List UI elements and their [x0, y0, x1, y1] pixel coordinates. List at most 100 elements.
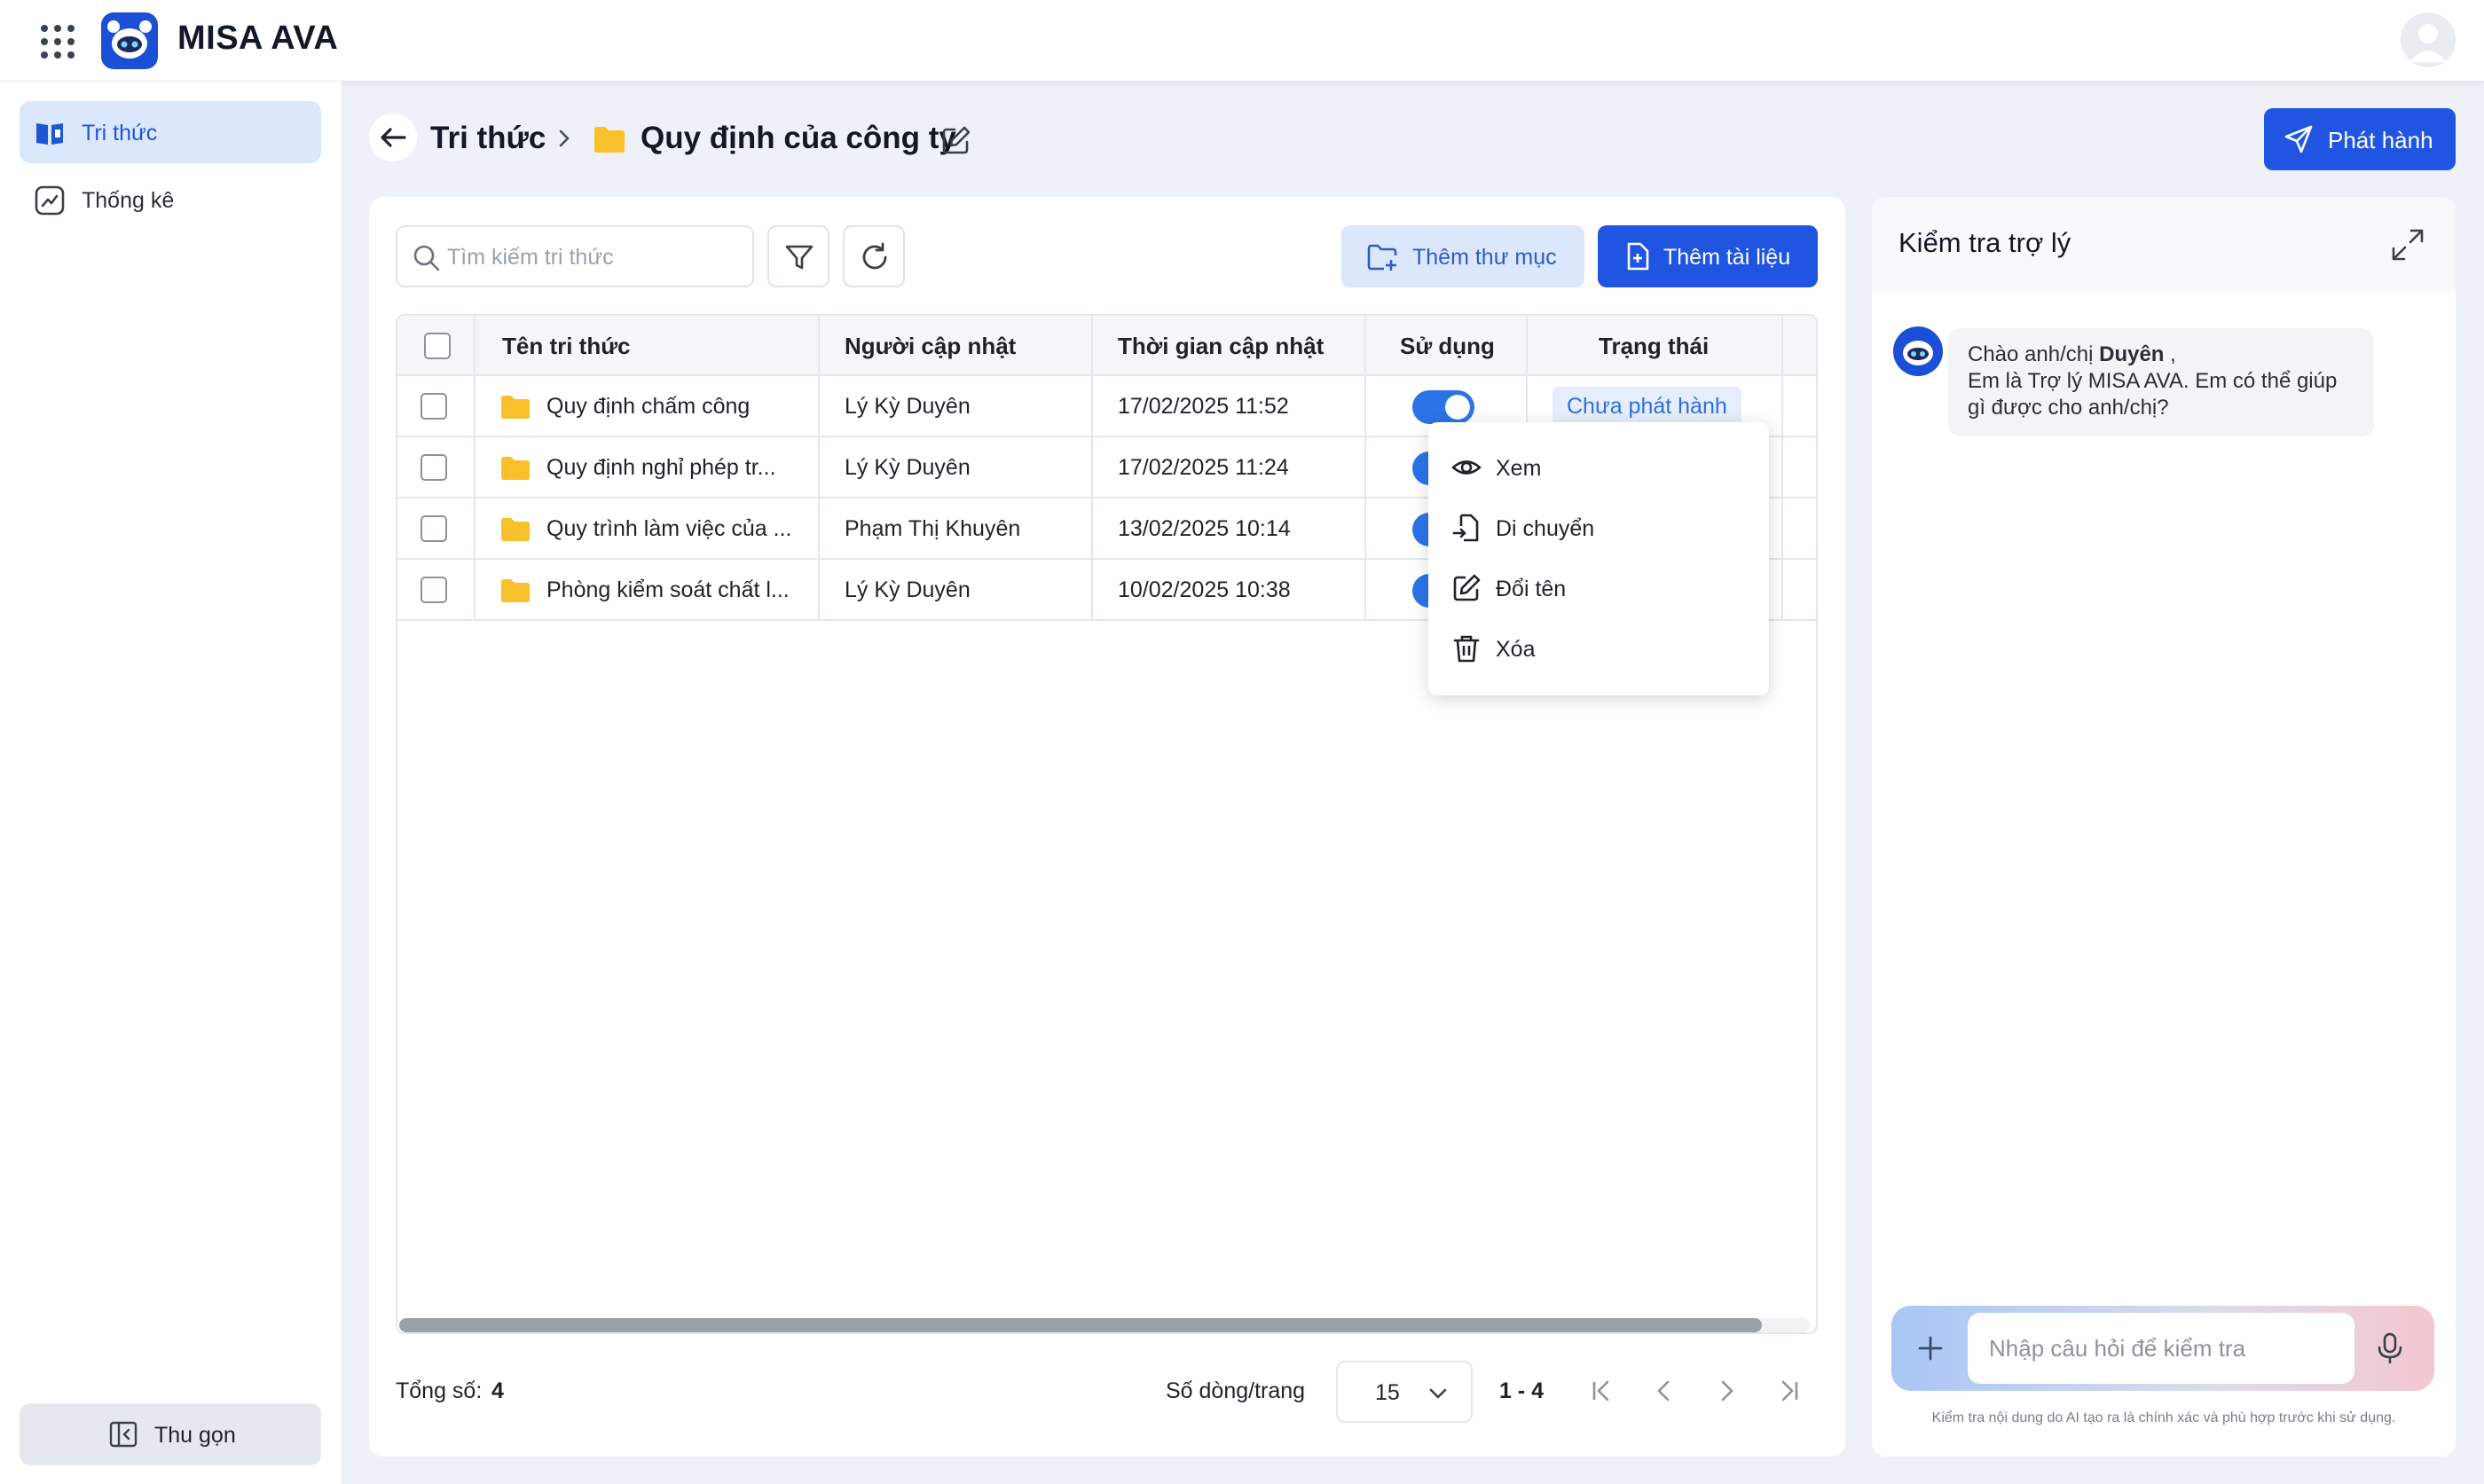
- sidebar-item-tri-thuc[interactable]: Tri thức: [20, 101, 321, 163]
- add-folder-label: Thêm thư mục: [1412, 245, 1557, 270]
- sidebar-item-thong-ke[interactable]: Thống kê: [20, 169, 321, 231]
- scrollbar-thumb[interactable]: [399, 1318, 1762, 1332]
- status-badge: Chưa phát hành: [1552, 387, 1741, 426]
- next-page-button[interactable]: [1702, 1366, 1751, 1416]
- greeting-line-3: gì được cho anh/chị?: [1968, 396, 2169, 420]
- menu-item-rename[interactable]: Đổi tên: [1428, 557, 1769, 617]
- select-all-checkbox[interactable]: [424, 333, 451, 359]
- row-updater: Phạm Thị Khuyên: [845, 516, 1021, 541]
- chat-input[interactable]: [1989, 1331, 2335, 1366]
- publish-label: Phát hành: [2328, 127, 2433, 153]
- horizontal-scrollbar[interactable]: [399, 1318, 1810, 1332]
- edit-name-icon[interactable]: [940, 124, 972, 156]
- row-updated-at: 17/02/2025 11:24: [1118, 455, 1289, 480]
- column-divider: [1091, 316, 1093, 621]
- row-updater: Lý Kỳ Duyên: [845, 394, 971, 419]
- expand-icon[interactable]: [2388, 225, 2427, 264]
- menu-item-label: Xem: [1496, 456, 1542, 481]
- sidebar-collapse-icon: [108, 1419, 138, 1449]
- menu-item-delete[interactable]: Xóa: [1428, 617, 1769, 678]
- last-page-button[interactable]: [1764, 1366, 1813, 1416]
- folder-icon: [593, 124, 626, 154]
- folder-icon: [500, 455, 531, 482]
- add-folder-button[interactable]: Thêm thư mục: [1341, 225, 1584, 287]
- first-page-button[interactable]: [1577, 1366, 1627, 1416]
- table-header: Tên tri thức Người cập nhật Thời gian cậ…: [397, 316, 1816, 376]
- row-checkbox[interactable]: [421, 515, 447, 542]
- row-name[interactable]: Phòng kiểm soát chất l...: [546, 560, 790, 621]
- column-header-name[interactable]: Tên tri thức: [502, 316, 631, 376]
- chevron-left-icon: [1657, 1380, 1670, 1402]
- column-header-enabled[interactable]: Sử dụng: [1400, 316, 1495, 376]
- greeting-suffix: ,: [2164, 342, 2176, 366]
- back-button[interactable]: [369, 114, 417, 161]
- add-document-label: Thêm tài liệu: [1663, 245, 1791, 270]
- menu-item-move[interactable]: Di chuyển: [1428, 497, 1769, 557]
- row-updated-at: 10/02/2025 10:38: [1118, 577, 1291, 602]
- column-divider: [474, 316, 476, 621]
- total-count: 4: [491, 1378, 504, 1403]
- apps-grid-icon[interactable]: [39, 23, 76, 60]
- sidebar-item-label: Thống kê: [82, 188, 175, 213]
- chevron-down-icon: [1425, 1380, 1451, 1407]
- assistant-title: Kiểm tra trợ lý: [1898, 227, 2071, 258]
- filter-button[interactable]: [767, 225, 829, 287]
- search-box[interactable]: [396, 225, 754, 287]
- add-document-button[interactable]: Thêm tài liệu: [1598, 225, 1818, 287]
- column-header-updated-at[interactable]: Thời gian cập nhật: [1118, 316, 1324, 376]
- plus-icon[interactable]: [1911, 1329, 1950, 1368]
- search-icon: [412, 243, 442, 273]
- page-range: 1 - 4: [1499, 1378, 1545, 1403]
- sidebar-item-label: Tri thức: [82, 121, 158, 145]
- menu-item-label: Đổi tên: [1496, 577, 1567, 601]
- chart-icon: [34, 185, 66, 216]
- arrow-left-icon: [381, 128, 406, 147]
- row-name[interactable]: Quy định chấm công: [546, 376, 750, 437]
- knowledge-panel: Thêm thư mục Thêm tài liệu Tên tri thức …: [369, 197, 1845, 1457]
- row-checkbox[interactable]: [421, 577, 447, 603]
- refresh-icon: [862, 242, 887, 270]
- refresh-button[interactable]: [843, 225, 905, 287]
- app-title: MISA AVA: [177, 20, 339, 57]
- move-file-icon: [1452, 514, 1479, 542]
- column-header-status[interactable]: Trạng thái: [1599, 316, 1709, 376]
- row-checkbox[interactable]: [421, 454, 447, 481]
- enabled-toggle[interactable]: [1412, 390, 1474, 424]
- collapse-sidebar-button[interactable]: Thu gọn: [20, 1403, 321, 1465]
- row-name[interactable]: Quy trình làm việc của ...: [546, 499, 792, 560]
- top-bar: MISA AVA: [0, 0, 2484, 82]
- assistant-message: Chào anh/chị Duyên , Em là Trợ lý MISA A…: [1948, 328, 2374, 436]
- trash-icon: [1453, 635, 1480, 663]
- menu-item-view[interactable]: Xem: [1428, 436, 1769, 497]
- menu-item-label: Xóa: [1496, 637, 1536, 662]
- row-updater: Lý Kỳ Duyên: [845, 455, 971, 480]
- greeting-prefix: Chào anh/chị: [1968, 342, 2100, 366]
- rows-per-page-select[interactable]: 15: [1336, 1361, 1473, 1423]
- publish-button[interactable]: Phát hành: [2264, 108, 2456, 170]
- row-name[interactable]: Quy định nghỉ phép tr...: [546, 437, 776, 499]
- user-avatar[interactable]: [2401, 12, 2456, 67]
- breadcrumb-current: Quy định của công ty: [641, 121, 956, 155]
- toggle-knob: [1445, 395, 1470, 420]
- microphone-icon[interactable]: [2370, 1329, 2409, 1368]
- chat-input-wrapper: [1968, 1313, 2354, 1384]
- edit-icon: [1453, 574, 1481, 601]
- chat-composer: [1891, 1306, 2434, 1391]
- row-updater: Lý Kỳ Duyên: [845, 577, 971, 602]
- rows-per-page-label: Số dòng/trang: [1166, 1378, 1306, 1403]
- folder-icon: [500, 394, 531, 420]
- previous-page-button[interactable]: [1639, 1366, 1689, 1416]
- app-logo: [101, 12, 158, 69]
- row-checkbox[interactable]: [421, 393, 447, 420]
- folder-icon: [500, 577, 531, 604]
- column-divider: [1364, 316, 1366, 621]
- breadcrumb-root[interactable]: Tri thức: [430, 121, 546, 156]
- column-header-updater[interactable]: Người cập nhật: [845, 316, 1016, 376]
- menu-item-label: Di chuyển: [1496, 516, 1595, 541]
- rows-per-page-value: 15: [1375, 1380, 1400, 1405]
- assistant-header: Kiểm tra trợ lý: [1872, 197, 2456, 293]
- column-divider: [818, 316, 820, 621]
- search-input[interactable]: [447, 239, 740, 275]
- sidebar: Tri thức Thống kê Thu gọn: [0, 82, 342, 1484]
- collapse-label: Thu gọn: [154, 1423, 236, 1448]
